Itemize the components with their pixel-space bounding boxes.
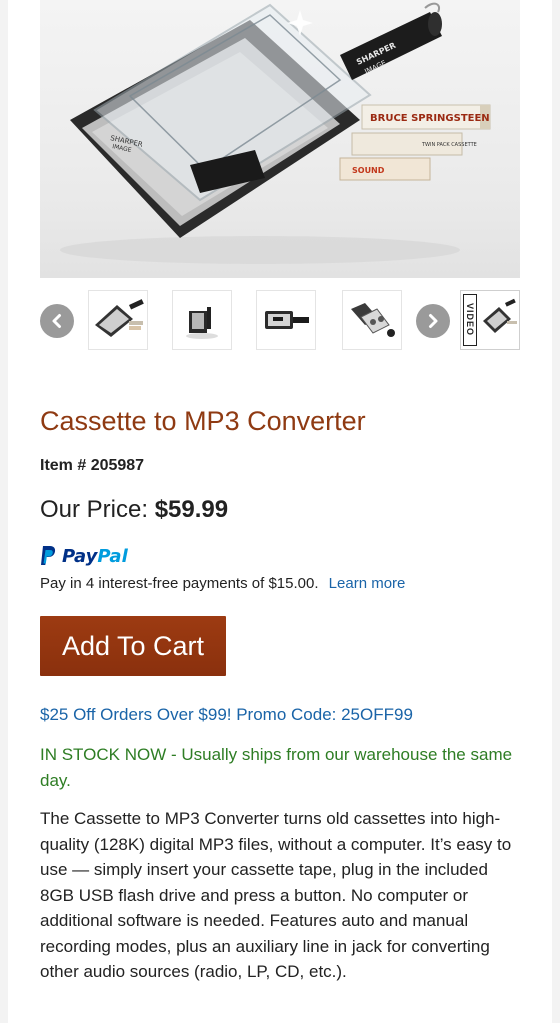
price-row: Our Price: $59.99 [40,496,228,524]
thumbnail-image [351,303,395,337]
paypal-logo: PayPal [40,543,128,569]
tape-label-2: TWIN PACK CASSETTE [421,142,477,148]
paypal-wordmark-pay: Pay [62,545,98,567]
tape-label-1: BRUCE SPRINGSTEEN [370,113,490,124]
thumbnail-image [265,311,309,329]
chevron-right-icon [429,314,438,328]
thumbnail-3[interactable] [256,290,316,350]
thumbnail-4[interactable] [342,290,402,350]
thumbnail-video[interactable]: VIDEO [460,290,520,350]
thumbnail-carousel: VIDEO [40,290,520,350]
page-edge-left [0,0,8,1023]
thumbnail-1[interactable] [88,290,148,350]
promo-code-text: $25 Off Orders Over $99! Promo Code: 25O… [40,705,413,724]
paypal-icon [41,546,56,565]
product-page: SHARPER IMAGE SHARPER IMAGE BRUCE SPRING… [0,0,560,1023]
video-label: VIDEO [463,294,477,346]
thumbnail-2[interactable] [172,290,232,350]
paypal-wordmark: PayPal [62,546,128,567]
carousel-prev-button[interactable] [40,304,74,338]
paypal-wordmark-pal: Pal [97,545,128,567]
page-edge-right [552,0,560,1023]
stock-status: IN STOCK NOW - Usually ships from our wa… [40,745,513,790]
thumbnail-image [95,299,144,337]
add-to-cart-button[interactable]: Add To Cart [40,616,226,676]
chevron-left-icon [52,314,61,328]
thumbnail-image [186,307,218,339]
carousel-next-button[interactable] [416,304,450,338]
product-description: The Cassette to MP3 Converter turns old … [40,809,512,981]
paypal-installments: Pay in 4 interest-free payments of $15.0… [40,575,405,592]
installment-text: Pay in 4 interest-free payments of $15.0… [40,575,319,592]
learn-more-link[interactable]: Learn more [329,575,406,592]
price-label: Our Price: [40,496,149,523]
video-thumbnail-image [483,298,517,333]
product-hero-image[interactable]: SHARPER IMAGE SHARPER IMAGE BRUCE SPRING… [40,0,520,278]
tape-label-3: SOUND [352,166,385,175]
product-title: Cassette to MP3 Converter [40,406,366,436]
price-value: $59.99 [154,496,229,523]
cassette-converter-illustration: SHARPER IMAGE SHARPER IMAGE BRUCE SPRING… [60,2,491,264]
item-number: Item # 205987 [40,457,145,474]
